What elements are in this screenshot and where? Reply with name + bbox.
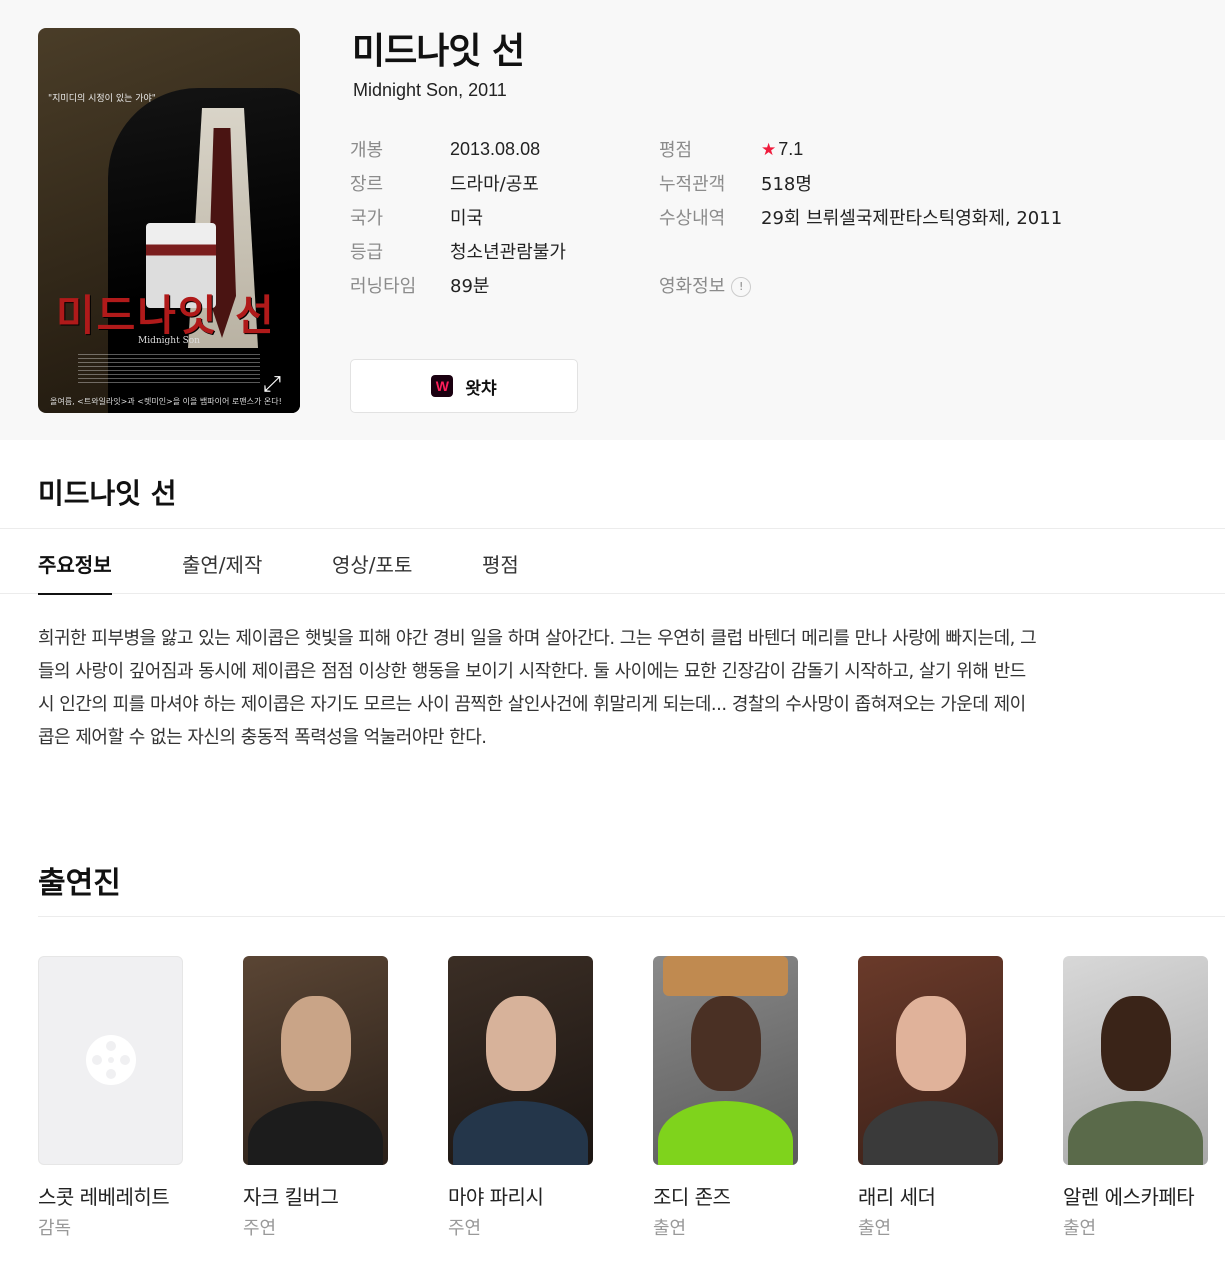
info-label: 평점	[659, 140, 693, 161]
cast-name: 조디 존즈	[653, 1185, 731, 1209]
info-score: 평점 ★ 7.1	[659, 132, 1062, 166]
cast-name: 마야 파리시	[448, 1185, 544, 1209]
placeholder-photo	[38, 956, 183, 1165]
section-title: 미드나잇 선	[38, 477, 177, 510]
poster-title: 미드나잇 선	[56, 291, 276, 340]
info-left: 개봉 2013.08.08 장르 드라마/공포 국가 미국 등급 청소년관람불가…	[350, 132, 566, 302]
body	[453, 1101, 588, 1165]
movie-poster[interactable]: "지미디의 시정이 있는 가야" 미드나잇 선 Midnight Son 올여름…	[38, 28, 300, 413]
tab-bar: 주요정보 출연/제작 영상/포토 평점	[0, 528, 1225, 595]
hat	[663, 956, 788, 996]
body	[248, 1101, 383, 1165]
info-runtime: 러닝타임 89분	[350, 268, 566, 302]
info-value: 청소년관람불가	[450, 242, 566, 263]
face	[281, 996, 351, 1091]
info-label: 영화정보!	[659, 272, 752, 298]
score-value: 7.1	[778, 138, 804, 159]
cast-photo	[448, 956, 593, 1165]
info-awards: 수상내역 29회 브뤼셀국제판타스틱영화제, 2011	[659, 200, 1062, 234]
poster-english-title: Midnight Son	[138, 336, 200, 346]
info-value: 드라마/공포	[450, 174, 539, 195]
tab-main-info[interactable]: 주요정보	[38, 549, 112, 595]
face	[896, 996, 966, 1091]
cast-role: 출연	[653, 1218, 687, 1239]
info-label: 개봉	[350, 140, 384, 161]
movie-subtitle: Midnight Son, 2011	[353, 80, 507, 100]
tab-video-photo[interactable]: 영상/포토	[332, 549, 412, 578]
expand-icon[interactable]: ⤢	[258, 371, 286, 399]
movie-header: "지미디의 시정이 있는 가야" 미드나잇 선 Midnight Son 올여름…	[0, 0, 1225, 440]
cast-role: 출연	[1063, 1218, 1097, 1239]
info-release: 개봉 2013.08.08	[350, 132, 566, 166]
cast-card[interactable]: 마야 파리시 주연	[448, 956, 598, 1240]
film-reel-icon	[86, 1035, 136, 1085]
divider	[38, 916, 1225, 917]
poster-quote: "지미디의 시정이 있는 가야"	[48, 94, 156, 104]
face	[691, 996, 761, 1091]
info-right: 평점 ★ 7.1 누적관객 518명 수상내역 29회 브뤼셀국제판타스틱영화제,…	[659, 132, 1062, 302]
awards-link[interactable]: 29회 브뤼셀국제판타스틱영화제, 2011	[761, 204, 1062, 230]
info-audience: 누적관객 518명	[659, 166, 1062, 200]
face	[486, 996, 556, 1091]
info-label: 수상내역	[659, 208, 726, 229]
tab-ratings[interactable]: 평점	[482, 549, 519, 578]
cast-photo	[653, 956, 798, 1165]
cast-name: 자크 킬버그	[243, 1185, 339, 1209]
synopsis: 희귀한 피부병을 앓고 있는 제이콥은 햇빛을 피해 야간 경비 일을 하며 살…	[38, 628, 1037, 748]
cast-card[interactable]: 래리 세더 출연	[858, 956, 1008, 1240]
cast-card[interactable]: 조디 존즈 출연	[653, 956, 803, 1240]
cast-name: 스콧 레베레히트	[38, 1185, 170, 1209]
cast-photo	[243, 956, 388, 1165]
watcha-label: 왓챠	[465, 378, 497, 399]
info-label: 등급	[350, 242, 384, 263]
body	[863, 1101, 998, 1165]
cast-photo	[858, 956, 1003, 1165]
info-value: 89분	[450, 276, 490, 297]
cast-name: 래리 세더	[858, 1185, 936, 1209]
cast-photo	[1063, 956, 1208, 1165]
info-rating-grade: 등급 청소년관람불가	[350, 234, 566, 268]
cast-role: 감독	[38, 1218, 72, 1239]
star-icon: ★	[761, 139, 777, 159]
info-value: 518명	[761, 174, 812, 195]
info-icon[interactable]: !	[731, 277, 752, 297]
cast-card[interactable]: 알렌 에스카페타 출연	[1063, 956, 1213, 1240]
movie-info-label: 영화정보	[659, 276, 726, 297]
cast-role: 주연	[243, 1218, 277, 1239]
watcha-button[interactable]: W 왓챠	[350, 359, 578, 413]
info-movie-info: 영화정보!	[659, 268, 1062, 302]
body	[1068, 1101, 1203, 1165]
cast-card[interactable]: 자크 킬버그 주연	[243, 956, 393, 1240]
cast-role: 출연	[858, 1218, 892, 1239]
cast-card[interactable]: 스콧 레베레히트 감독	[38, 956, 188, 1240]
watcha-logo-icon: W	[431, 375, 454, 397]
movie-title: 미드나잇 선	[352, 31, 525, 72]
info-country: 국가 미국	[350, 200, 566, 234]
info-value: ★ 7.1	[761, 139, 803, 160]
info-value: 2013.08.08	[450, 138, 541, 159]
poster-credits	[78, 354, 260, 384]
poster-tagline: 올여름, <트와일라잇>과 <렛미인>을 이을 뱀파이어 로맨스가 온다!	[50, 397, 282, 406]
info-label: 러닝타임	[350, 276, 417, 297]
tab-cast-crew[interactable]: 출연/제작	[182, 549, 262, 578]
info-label: 장르	[350, 174, 384, 195]
info-label: 국가	[350, 208, 384, 229]
cast-title: 출연진	[38, 866, 121, 901]
cast-role: 주연	[448, 1218, 482, 1239]
info-label: 누적관객	[659, 174, 726, 195]
face	[1101, 996, 1171, 1091]
cast-name: 알렌 에스카페타	[1063, 1185, 1195, 1209]
info-value: 미국	[450, 208, 484, 229]
body	[658, 1101, 793, 1165]
info-genre: 장르 드라마/공포	[350, 166, 566, 200]
